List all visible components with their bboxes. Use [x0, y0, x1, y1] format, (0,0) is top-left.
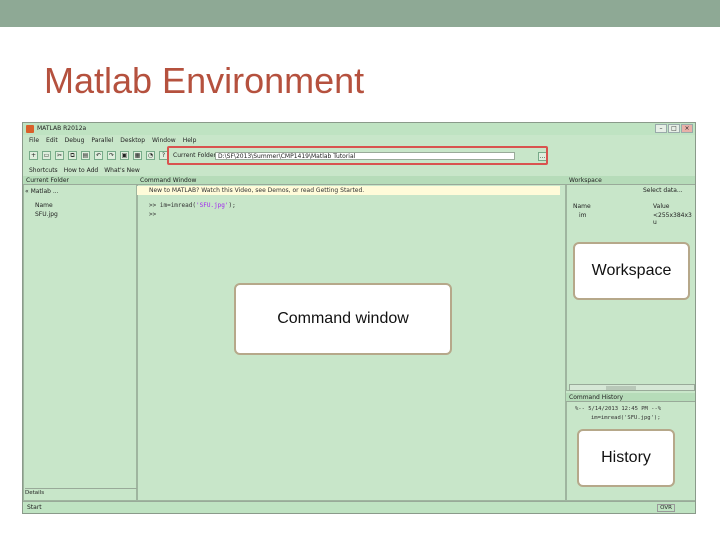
- workspace-var-value: <255x384x3 u: [653, 212, 692, 226]
- menu-desktop[interactable]: Desktop: [120, 135, 145, 146]
- workspace-callout: Workspace: [573, 242, 690, 300]
- history-entry[interactable]: im=imread('SFU.jpg');: [591, 415, 661, 421]
- close-button[interactable]: ×: [681, 124, 693, 133]
- current-folder-highlight: [167, 146, 548, 165]
- open-folder-icon[interactable]: ▭: [42, 151, 51, 160]
- command-line[interactable]: >>: [149, 211, 156, 218]
- menu-edit[interactable]: Edit: [46, 135, 58, 146]
- paste-icon[interactable]: ▤: [81, 151, 90, 160]
- menu-help[interactable]: Help: [183, 135, 197, 146]
- start-button[interactable]: Start: [27, 504, 42, 512]
- simulink-icon[interactable]: ▣: [120, 151, 129, 160]
- menu-debug[interactable]: Debug: [65, 135, 85, 146]
- current-folder-pane: [23, 176, 137, 501]
- guide-icon[interactable]: ▦: [133, 151, 142, 160]
- new-file-icon[interactable]: +: [29, 151, 38, 160]
- history-entry[interactable]: %-- 5/14/2013 12:45 PM --%: [575, 406, 661, 412]
- window-title: MATLAB R2012a: [37, 125, 87, 132]
- command-window-header: Command Window: [137, 176, 566, 185]
- whats-new-link[interactable]: What's New: [104, 165, 140, 176]
- command-tail: );: [228, 202, 236, 209]
- ovr-indicator: OVR: [657, 504, 675, 512]
- copy-icon[interactable]: ⧉: [68, 151, 77, 160]
- command-string: 'SFU.jpg': [195, 202, 229, 209]
- command-window-callout: Command window: [234, 283, 452, 355]
- matlab-logo-icon: [26, 125, 34, 133]
- workspace-col-name[interactable]: Name: [573, 203, 591, 210]
- command-prompt: >>: [149, 202, 157, 209]
- command-code: im=imread(: [159, 202, 196, 209]
- maximize-button[interactable]: □: [668, 124, 680, 133]
- menu-file[interactable]: File: [29, 135, 39, 146]
- workspace-col-value[interactable]: Value: [653, 203, 669, 210]
- minimize-button[interactable]: –: [655, 124, 667, 133]
- redo-icon[interactable]: ↷: [107, 151, 116, 160]
- slide-title: Matlab Environment: [44, 60, 365, 101]
- status-bar: Start OVR: [23, 501, 695, 513]
- workspace-var-name: im: [579, 212, 587, 219]
- current-folder-pane-header: Current Folder: [23, 176, 137, 185]
- undo-icon[interactable]: ↶: [94, 151, 103, 160]
- history-callout: History: [577, 429, 675, 487]
- window-titlebar: MATLAB R2012a – □ ×: [23, 123, 695, 135]
- select-data-dropdown[interactable]: Select data...: [643, 187, 683, 194]
- workspace-scrollbar[interactable]: [569, 384, 695, 391]
- scrollbar-thumb[interactable]: [606, 386, 636, 390]
- file-item[interactable]: SFU.jpg: [35, 211, 58, 218]
- file-column-header[interactable]: Name: [35, 202, 53, 209]
- workspace-header: Workspace: [566, 176, 695, 185]
- menu-window[interactable]: Window: [152, 135, 176, 146]
- cut-icon[interactable]: ✂: [55, 151, 64, 160]
- command-history-header: Command History: [566, 393, 695, 402]
- command-window-notice[interactable]: New to MATLAB? Watch this Video, see Dem…: [137, 186, 560, 195]
- menu-bar: File Edit Debug Parallel Desktop Window …: [23, 135, 695, 146]
- folder-nav-dropdown[interactable]: « Matlab ...: [25, 187, 135, 197]
- how-to-add-link[interactable]: How to Add: [64, 165, 99, 176]
- command-prompt: >>: [149, 211, 157, 218]
- details-panel[interactable]: Details: [25, 488, 137, 498]
- command-line[interactable]: >> im=imread('SFU.jpg');: [149, 202, 236, 209]
- profiler-icon[interactable]: ◔: [146, 151, 155, 160]
- shortcuts-label[interactable]: Shortcuts: [29, 165, 58, 176]
- menu-parallel[interactable]: Parallel: [91, 135, 113, 146]
- shortcuts-bar: Shortcuts How to Add What's New: [23, 165, 695, 176]
- slide-top-bar: [0, 0, 720, 27]
